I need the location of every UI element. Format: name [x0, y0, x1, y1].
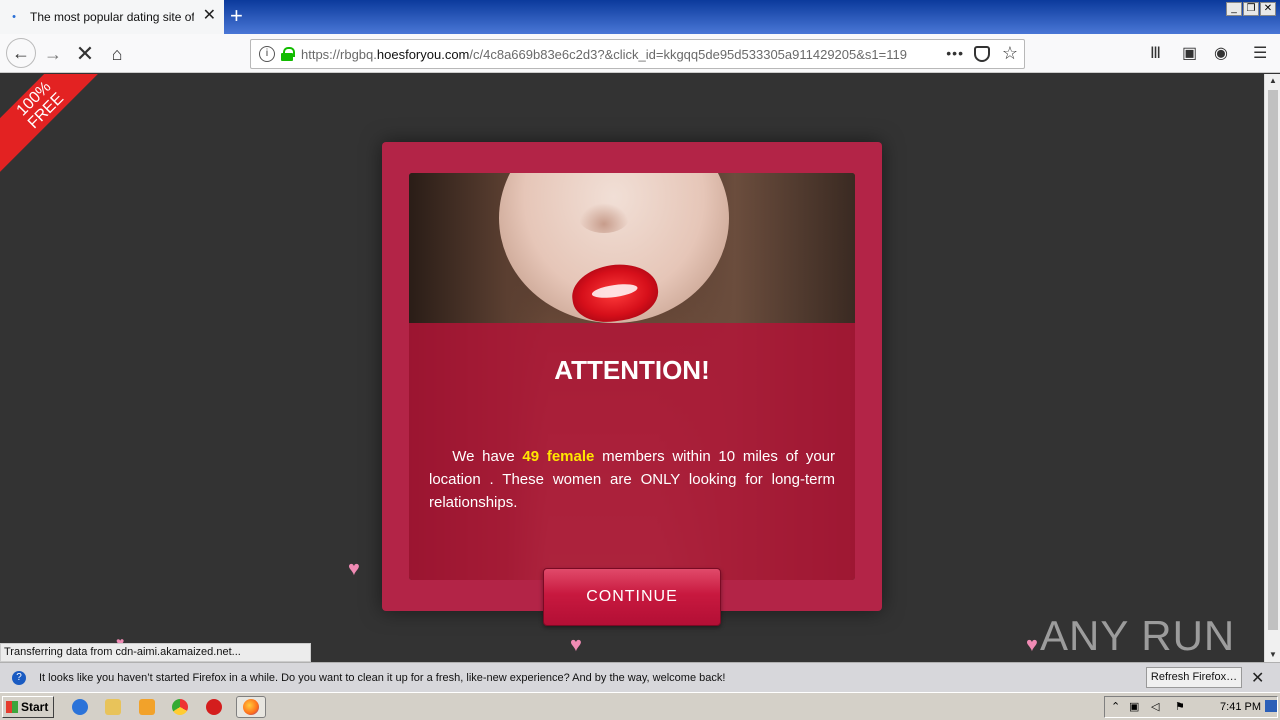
taskbar: Start ⌃ ▣ ◁ ⚑ 7:41 PM — [0, 692, 1280, 720]
tray-expand-icon[interactable]: ⌃ — [1111, 700, 1120, 713]
browser-tab[interactable]: • The most popular dating site of the ✕ — [0, 0, 224, 34]
show-desktop-icon[interactable] — [1265, 700, 1277, 712]
attention-modal: ATTENTION! We have 49 female members wit… — [382, 142, 882, 626]
chrome-icon[interactable] — [172, 699, 188, 715]
info-icon[interactable]: i — [259, 46, 275, 62]
firefox-taskbar-button[interactable] — [236, 696, 266, 718]
tab-title: The most popular dating site of the — [30, 10, 194, 24]
account-icon[interactable]: ◉ — [1214, 43, 1228, 63]
free-ribbon: 100% FREE — [0, 74, 114, 179]
home-button[interactable]: ⌂ — [104, 41, 130, 67]
firefox-icon — [243, 699, 259, 715]
status-bar: Transferring data from cdn-aimi.akamaize… — [0, 643, 311, 662]
media-player-icon[interactable] — [139, 699, 155, 715]
window-controls: _ ❐ ✕ — [1226, 2, 1276, 16]
new-tab-button[interactable]: + — [230, 4, 243, 28]
scroll-down-arrow[interactable]: ▼ — [1265, 648, 1280, 662]
stop-button[interactable]: ✕ — [72, 41, 98, 67]
network-icon[interactable]: ▣ — [1129, 700, 1139, 713]
page-content: 100% FREE ATTENTION! We have 49 female m… — [0, 74, 1264, 662]
folder-icon[interactable] — [105, 699, 121, 715]
pocket-icon[interactable] — [974, 46, 990, 62]
bookmark-star-icon[interactable]: ☆ — [1002, 43, 1018, 64]
page-actions-icon[interactable]: ••• — [946, 45, 964, 61]
forward-button[interactable]: → — [40, 41, 66, 67]
ie-icon[interactable] — [72, 699, 88, 715]
start-button[interactable]: Start — [2, 696, 54, 718]
scroll-thumb[interactable] — [1268, 90, 1278, 630]
library-icon[interactable]: Ⅲ — [1150, 43, 1161, 63]
url-bar[interactable]: i https://rbgbq.hoesforyou.com/c/4c8a669… — [250, 39, 1025, 69]
navigation-bar: ← → ✕ ⌂ i https://rbgbq.hoesforyou.com/c… — [0, 34, 1280, 73]
flag-icon[interactable]: ⚑ — [1175, 700, 1185, 713]
female-count-highlight: 49 female — [522, 448, 595, 465]
tab-strip: • The most popular dating site of the ✕ … — [0, 0, 1280, 34]
restore-button[interactable]: ❐ — [1243, 2, 1259, 16]
close-tab-icon[interactable]: ✕ — [203, 8, 216, 24]
system-tray: ⌃ ▣ ◁ ⚑ 7:41 PM — [1104, 696, 1278, 718]
loading-icon: • — [12, 11, 16, 23]
opera-icon[interactable] — [206, 699, 222, 715]
continue-button[interactable]: CONTINUE — [543, 568, 721, 626]
members-message: We have 49 female members within 10 mile… — [429, 448, 835, 511]
refresh-firefox-button[interactable]: Refresh Firefox… — [1146, 667, 1242, 688]
minimize-button[interactable]: _ — [1226, 2, 1242, 16]
sidebar-icon[interactable]: ▣ — [1182, 43, 1197, 63]
menu-icon[interactable]: ☰ — [1253, 43, 1267, 63]
anyrun-watermark: ANY RUN — [1040, 612, 1236, 659]
attention-heading: ATTENTION! — [554, 355, 710, 385]
close-window-button[interactable]: ✕ — [1260, 2, 1276, 16]
scroll-up-arrow[interactable]: ▲ — [1265, 74, 1280, 88]
url-text[interactable]: https://rbgbq.hoesforyou.com/c/4c8a669b8… — [301, 47, 921, 62]
heart-icon: ♥ — [348, 558, 360, 580]
notification-bar: ? It looks like you haven’t started Fire… — [0, 662, 1280, 692]
back-button[interactable]: ← — [6, 38, 36, 68]
volume-icon[interactable]: ◁ — [1151, 700, 1159, 713]
close-notification-icon[interactable]: ✕ — [1251, 668, 1264, 688]
question-icon: ? — [12, 670, 26, 685]
notification-text: It looks like you haven’t started Firefo… — [39, 671, 726, 684]
vertical-scrollbar[interactable]: ▲ ▼ — [1264, 74, 1280, 662]
clock: 7:41 PM — [1220, 701, 1261, 713]
heart-icon: ♥ — [570, 634, 582, 656]
heart-icon: ♥ — [1026, 634, 1038, 656]
lock-icon[interactable] — [281, 47, 295, 61]
woman-photo: ATTENTION! We have 49 female members wit… — [409, 173, 855, 580]
